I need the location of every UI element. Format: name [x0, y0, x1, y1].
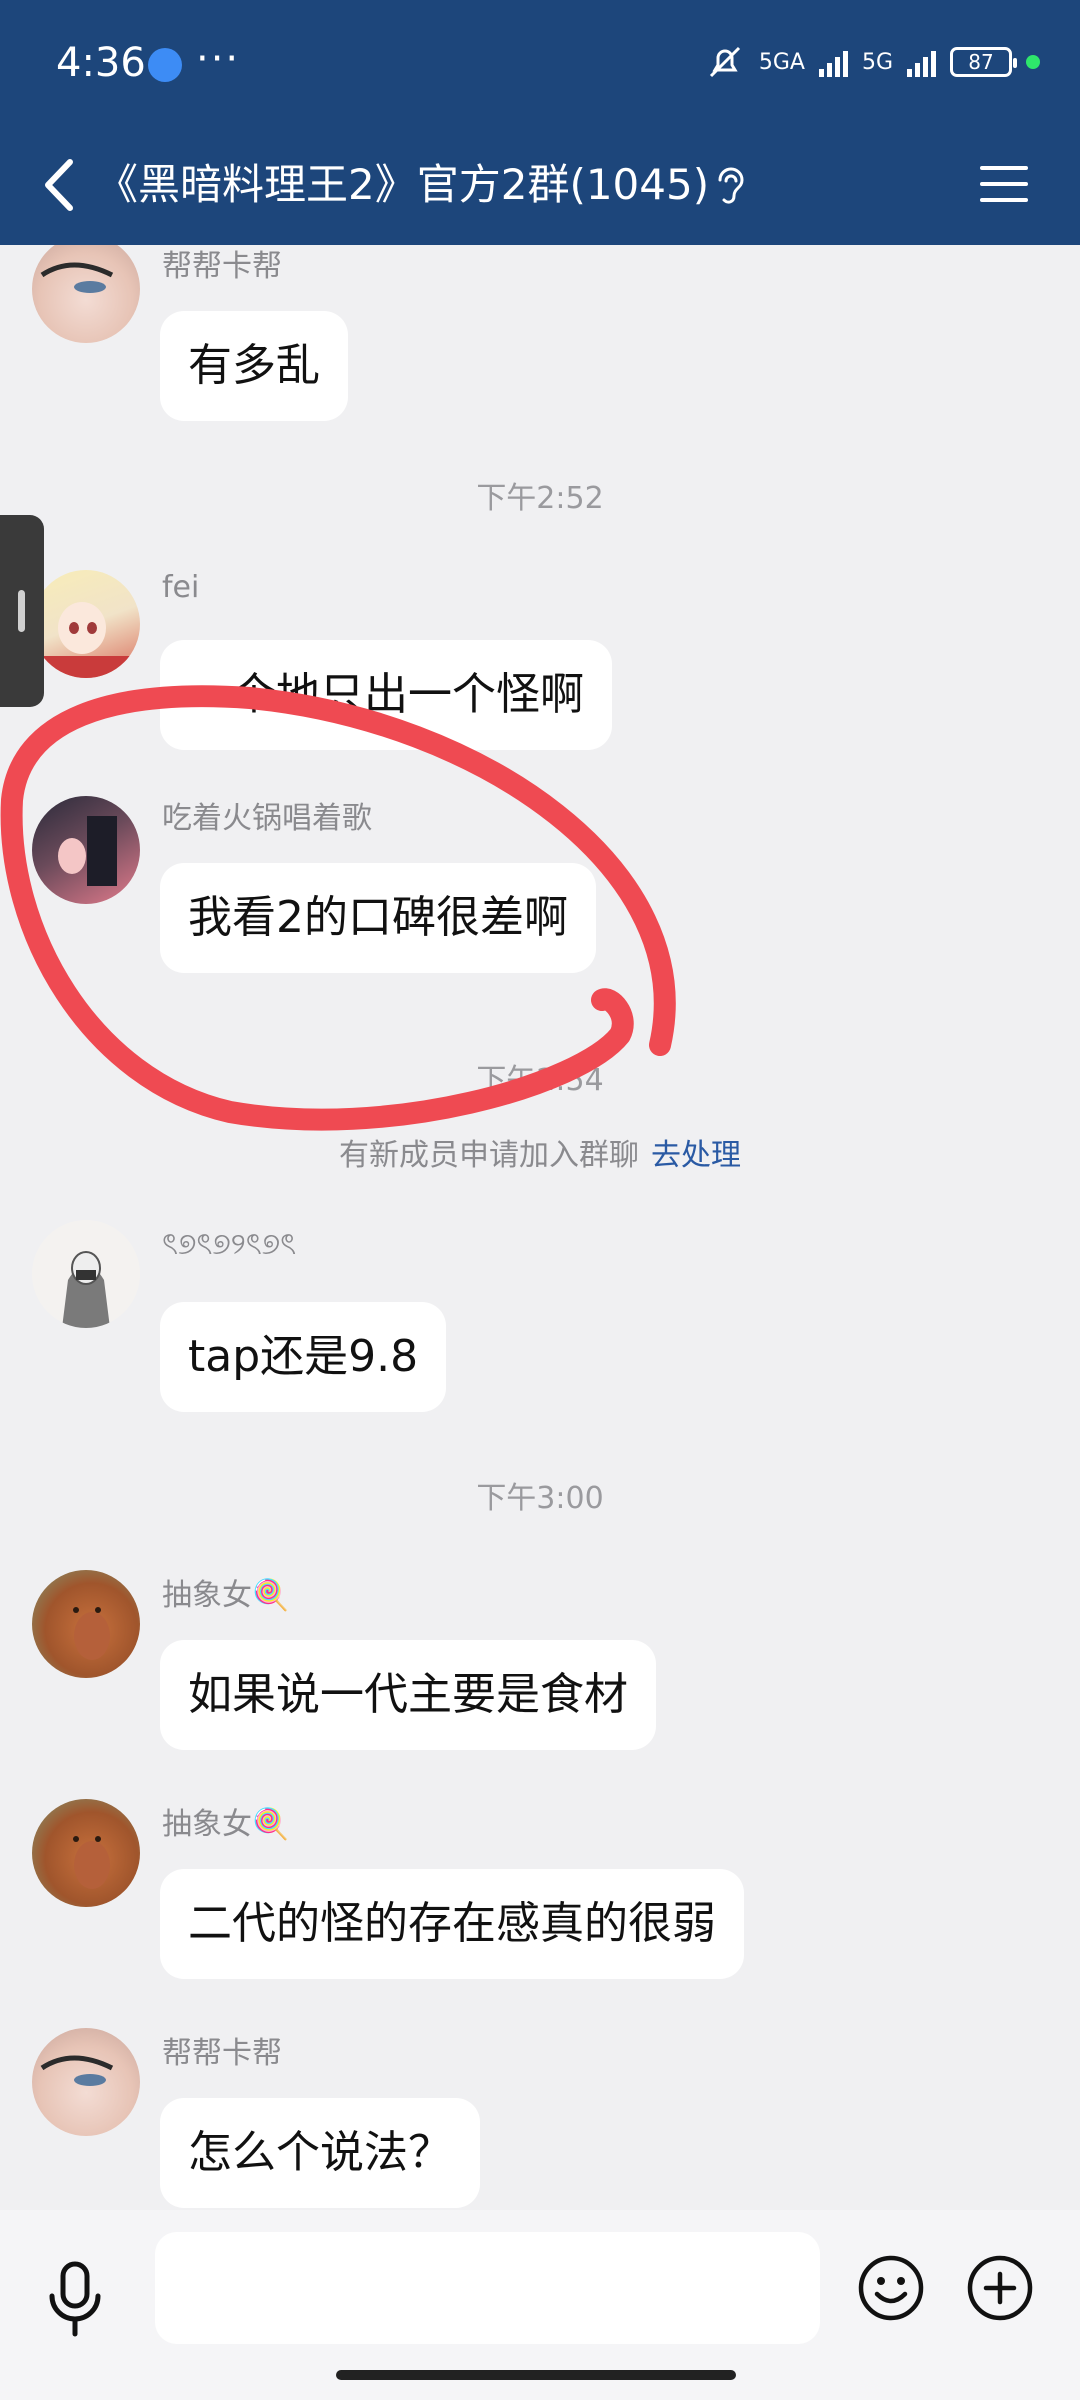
nav-bar: 《黑暗料理王2》官方2群(1045)	[0, 130, 1080, 245]
avatar[interactable]	[32, 1799, 140, 1907]
grip-icon	[18, 590, 25, 632]
sender-name: 帮帮卡帮	[162, 249, 282, 284]
sender-name: 吃着火锅唱着歌	[162, 801, 372, 836]
avatar[interactable]	[32, 1570, 140, 1678]
time-separator: 下午3:00	[476, 1481, 604, 1516]
time-separator: 下午2:54	[476, 1063, 604, 1098]
sender-name: 抽象女🍭	[162, 1578, 290, 1613]
message-bubble[interactable]: 有多乱	[160, 311, 348, 421]
bell-muted-icon	[709, 46, 740, 78]
sender-name: fei	[162, 570, 200, 605]
privacy-indicator-dot	[1026, 55, 1040, 69]
input-bar	[0, 2210, 1080, 2400]
group-title[interactable]: 《黑暗料理王2》官方2群(1045)	[96, 150, 709, 220]
message-input[interactable]	[155, 2232, 820, 2344]
sender-name: 抽象女🍭	[162, 1807, 290, 1842]
home-indicator[interactable]	[336, 2370, 736, 2380]
chevron-left-icon[interactable]	[36, 150, 80, 220]
plus-circle-icon[interactable]	[966, 2254, 1034, 2322]
signal-icon-2	[907, 47, 936, 77]
avatar[interactable]	[32, 245, 140, 343]
smiley-icon[interactable]	[857, 2254, 925, 2322]
system-notice-text: 有新成员申请加入群聊	[339, 1138, 639, 1173]
sender-name: ৎ୭ৎ୭୨ৎ୭ৎ	[162, 1227, 297, 1262]
message-bubble[interactable]: tap还是9.8	[160, 1302, 447, 1412]
floating-side-handle[interactable]	[0, 515, 44, 707]
network-type-1: 5GA	[758, 49, 805, 75]
header: 4:36 ··· 5GA 5G 87 《黑暗料理王2》官方2群(1045)	[0, 0, 1080, 245]
avatar[interactable]	[32, 796, 140, 904]
microphone-icon[interactable]	[40, 2260, 110, 2340]
message-bubble[interactable]: 怎么个说法？	[160, 2098, 480, 2208]
handle-request-link[interactable]: 去处理	[651, 1138, 741, 1173]
message-bubble[interactable]: 我看2的口碑很差啊	[160, 863, 596, 973]
sender-name: 帮帮卡帮	[162, 2036, 282, 2071]
message-bubble[interactable]: 一个地只出一个怪啊	[160, 640, 612, 750]
status-time: 4:36	[56, 40, 146, 86]
avatar[interactable]	[32, 2028, 140, 2136]
chat-message-list[interactable]: 帮帮卡帮 有多乱 下午2:52 fei 一个地只出一个怪啊 吃着火锅唱着歌 我看…	[0, 245, 1080, 2210]
time-separator: 下午2:52	[476, 481, 604, 516]
system-notice: 有新成员申请加入群聊 去处理	[0, 1130, 1080, 1174]
network-type-2: 5G	[861, 49, 893, 75]
status-right: 5GA 5G 87	[705, 44, 1040, 80]
avatar[interactable]	[32, 570, 140, 678]
battery-icon: 87	[950, 47, 1017, 77]
notification-app-icon	[148, 48, 182, 82]
more-notifications-icon: ···	[196, 36, 241, 82]
message-bubble[interactable]: 二代的怪的存在感真的很弱	[160, 1869, 744, 1979]
hamburger-menu-icon[interactable]	[976, 156, 1032, 212]
avatar[interactable]	[32, 1220, 140, 1328]
signal-icon-1	[818, 47, 848, 77]
message-bubble[interactable]: 如果说一代主要是食材	[160, 1640, 656, 1750]
ear-icon[interactable]	[712, 164, 750, 208]
status-bar: 4:36 ··· 5GA 5G 87	[0, 0, 1080, 130]
